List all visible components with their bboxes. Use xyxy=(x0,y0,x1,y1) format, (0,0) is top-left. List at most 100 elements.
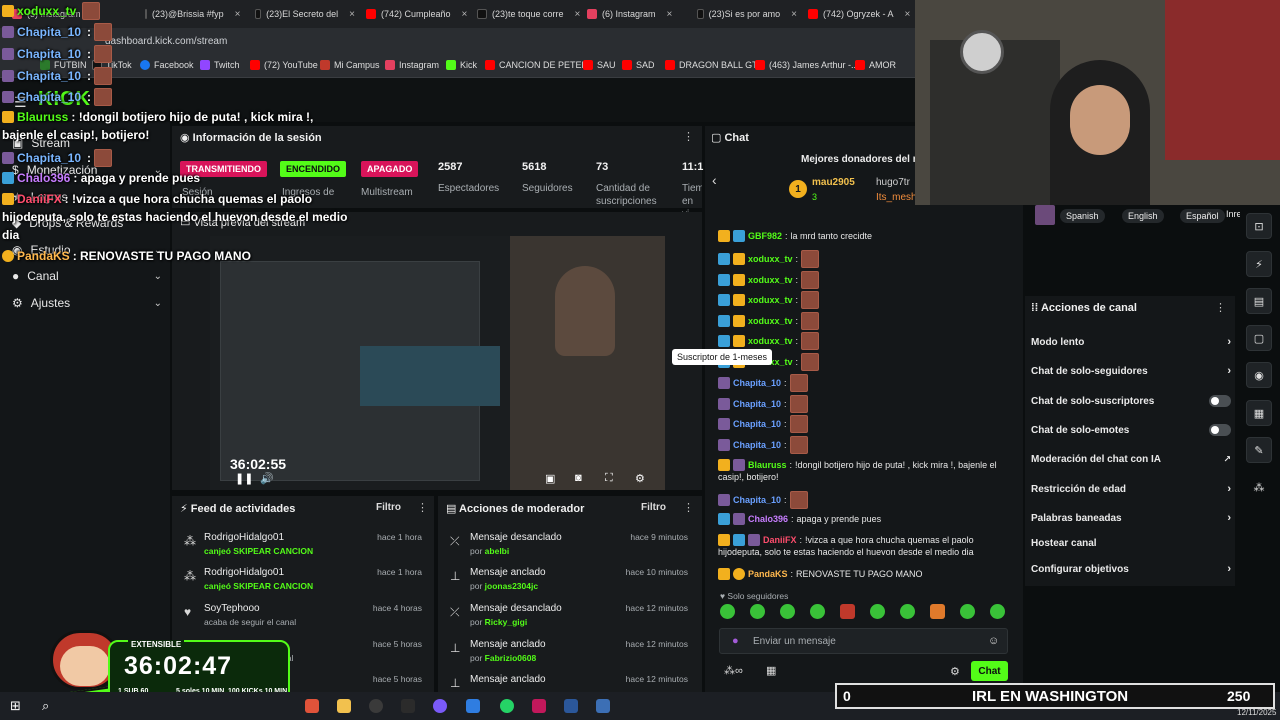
browser-tab[interactable]: (23)@Brissia #fyp × xyxy=(145,4,240,24)
tab-close-icon[interactable]: × xyxy=(575,9,581,20)
bookmark[interactable]: AMOR xyxy=(855,60,896,70)
overlay-chat-line: bajenle el casip!, botijero! xyxy=(2,128,150,142)
emote-icon[interactable] xyxy=(780,604,795,619)
age-restriction-item[interactable]: Restricción de edad › xyxy=(1031,483,1231,495)
taskbar-app-icon[interactable] xyxy=(401,699,415,713)
slow-mode-item[interactable]: Modo lento › xyxy=(1031,336,1231,348)
emote-icon[interactable] xyxy=(900,604,915,619)
tab-close-icon[interactable]: × xyxy=(791,9,797,20)
browser-tab[interactable]: (742) Cumpleaño × xyxy=(366,4,476,24)
youtube-icon xyxy=(755,60,765,70)
stack-icon[interactable]: ▦ xyxy=(1246,400,1272,426)
emote-icon[interactable] xyxy=(990,604,1005,619)
browser-tab[interactable]: (6) Instagram × xyxy=(587,4,692,24)
emote-icon[interactable] xyxy=(930,604,945,619)
word-icon[interactable] xyxy=(564,699,578,713)
points-icon[interactable]: ⁂ xyxy=(1246,474,1272,500)
emote-icon[interactable] xyxy=(840,604,855,619)
taskbar-app-icon[interactable] xyxy=(433,699,447,713)
bookmark[interactable]: Twitch xyxy=(200,60,240,70)
volume-icon[interactable]: 🔊 xyxy=(260,472,274,485)
taskbar-app-icon[interactable] xyxy=(466,699,480,713)
activity-feed-title: ⚡ Feed de actividades xyxy=(180,503,296,515)
emote-icon[interactable] xyxy=(720,604,735,619)
emoji-icon[interactable]: ☺ xyxy=(988,635,999,647)
clip-icon[interactable]: ⊡ xyxy=(1246,213,1272,239)
goal-title: IRL EN WASHINGTON xyxy=(972,688,1129,705)
emote-icon[interactable] xyxy=(960,604,975,619)
mic-icon[interactable]: ● xyxy=(732,635,739,647)
tab-close-icon[interactable]: × xyxy=(667,9,673,20)
fullscreen-icon[interactable]: ⛶ xyxy=(605,472,613,485)
bookmark[interactable]: Facebook xyxy=(140,60,194,70)
more-icon[interactable]: ⋮ xyxy=(683,501,694,514)
taskbar-app-icon[interactable] xyxy=(369,699,383,713)
emote-icon[interactable] xyxy=(810,604,825,619)
tab-close-icon[interactable]: × xyxy=(905,9,911,20)
browser-tab[interactable]: (742) Ogryzek - A × xyxy=(808,4,913,24)
gear-icon[interactable]: ⚙ xyxy=(950,665,960,678)
tab-close-icon[interactable]: × xyxy=(462,9,468,20)
taskbar-app-icon[interactable] xyxy=(532,699,546,713)
pip-icon[interactable]: ▣ xyxy=(545,472,555,485)
gear-icon[interactable]: ⚙ xyxy=(635,472,645,485)
broadcast-icon[interactable]: ◉ xyxy=(1246,362,1272,388)
whatsapp-icon[interactable] xyxy=(500,699,514,713)
chat-message: xoduxx_tv: xyxy=(718,271,820,289)
tab-close-icon[interactable]: × xyxy=(349,9,355,20)
bookmark[interactable]: SAD xyxy=(622,60,655,70)
bookmark[interactable]: DRAGON BALL GT xyxy=(665,60,758,70)
chevron-right-icon: › xyxy=(1227,563,1231,575)
emote xyxy=(801,291,820,309)
chat-message: Chapita_10: xyxy=(718,415,808,433)
bookmark[interactable]: (72) YouTube xyxy=(250,60,318,70)
lightning-icon[interactable]: ⚡ xyxy=(1246,251,1272,277)
activity-filter-button[interactable]: Filtro xyxy=(376,502,401,513)
bookmark[interactable]: Instagram xyxy=(385,60,439,70)
configure-goals-item[interactable]: Configurar objetivos › xyxy=(1031,563,1231,575)
banned-words-item[interactable]: Palabras baneadas › xyxy=(1031,512,1231,524)
folder-icon[interactable] xyxy=(337,699,351,713)
browser-tab[interactable]: (23)El Secreto del × xyxy=(255,4,355,24)
chevron-left-icon[interactable]: ‹ xyxy=(712,172,717,188)
stream-video[interactable]: 36:02:55 ❚❚ 🔊 ▣ ◙ ⛶ ⚙ xyxy=(210,236,665,490)
more-icon[interactable]: ⋮ xyxy=(1215,301,1226,314)
sidebar-item-settings[interactable]: ⚙ Ajustes ⌄ xyxy=(12,296,162,310)
bookmark[interactable]: SAU xyxy=(583,60,616,70)
points-icon[interactable]: ⁂∞ xyxy=(724,664,743,677)
wrench-icon[interactable]: ✎ xyxy=(1246,437,1272,463)
bookmark[interactable]: CANCION DE PETER xyxy=(485,60,588,70)
camera-icon[interactable]: ◙ xyxy=(575,472,582,484)
search-icon[interactable]: ⌕ xyxy=(42,698,49,714)
more-icon[interactable]: ⋮ xyxy=(683,130,694,143)
taskbar-app-icon[interactable] xyxy=(305,699,319,713)
mod-filter-button[interactable]: Filtro xyxy=(641,502,666,513)
sidebar-item-channel[interactable]: ● Canal ⌄ xyxy=(12,269,162,283)
windows-start-icon[interactable]: ⊞ xyxy=(10,698,21,714)
emotes-only-toggle[interactable] xyxy=(1209,424,1231,436)
more-icon[interactable]: ⋮ xyxy=(417,501,428,514)
followers-only-item[interactable]: Chat de solo-seguidores › xyxy=(1031,365,1231,377)
subscribers-only-toggle[interactable] xyxy=(1209,395,1231,407)
send-chat-button[interactable]: Chat xyxy=(971,661,1008,681)
ai-moderation-item[interactable]: Moderación del chat con IA ↗ xyxy=(1031,454,1231,465)
address-bar[interactable]: dashboard.kick.com/stream xyxy=(0,28,915,56)
chat-bubble-icon[interactable]: ▢ xyxy=(1246,325,1272,351)
browser-tab[interactable]: (23)te toque corre × xyxy=(477,4,582,24)
calculator-icon[interactable] xyxy=(596,699,610,713)
activity-row: ⁂ RodrigoHidalgo01 canjeó SKIPEAR CANCION h… xyxy=(184,567,422,591)
host-channel-item[interactable]: Hostear canal xyxy=(1031,538,1231,549)
chat-input[interactable]: ● Enviar un mensaje ☺ xyxy=(719,628,1008,654)
emote-icon[interactable] xyxy=(750,604,765,619)
bookmark[interactable]: Mi Campus xyxy=(320,60,380,70)
emotes-only-item[interactable]: Chat de solo-emotes xyxy=(1031,424,1231,436)
browser-tab[interactable]: (23)Si es por amo × xyxy=(697,4,797,24)
tab-close-icon[interactable]: × xyxy=(235,9,240,20)
document-icon[interactable]: ▤ xyxy=(1246,288,1272,314)
bookmark[interactable]: Kick xyxy=(446,60,477,70)
shop-icon[interactable]: ▦ xyxy=(766,664,776,677)
emote-icon[interactable] xyxy=(870,604,885,619)
bookmark[interactable]: (463) James Arthur -... xyxy=(755,60,859,70)
pause-icon[interactable]: ❚❚ xyxy=(235,472,253,485)
subscribers-only-item[interactable]: Chat de solo-suscriptores xyxy=(1031,395,1231,407)
